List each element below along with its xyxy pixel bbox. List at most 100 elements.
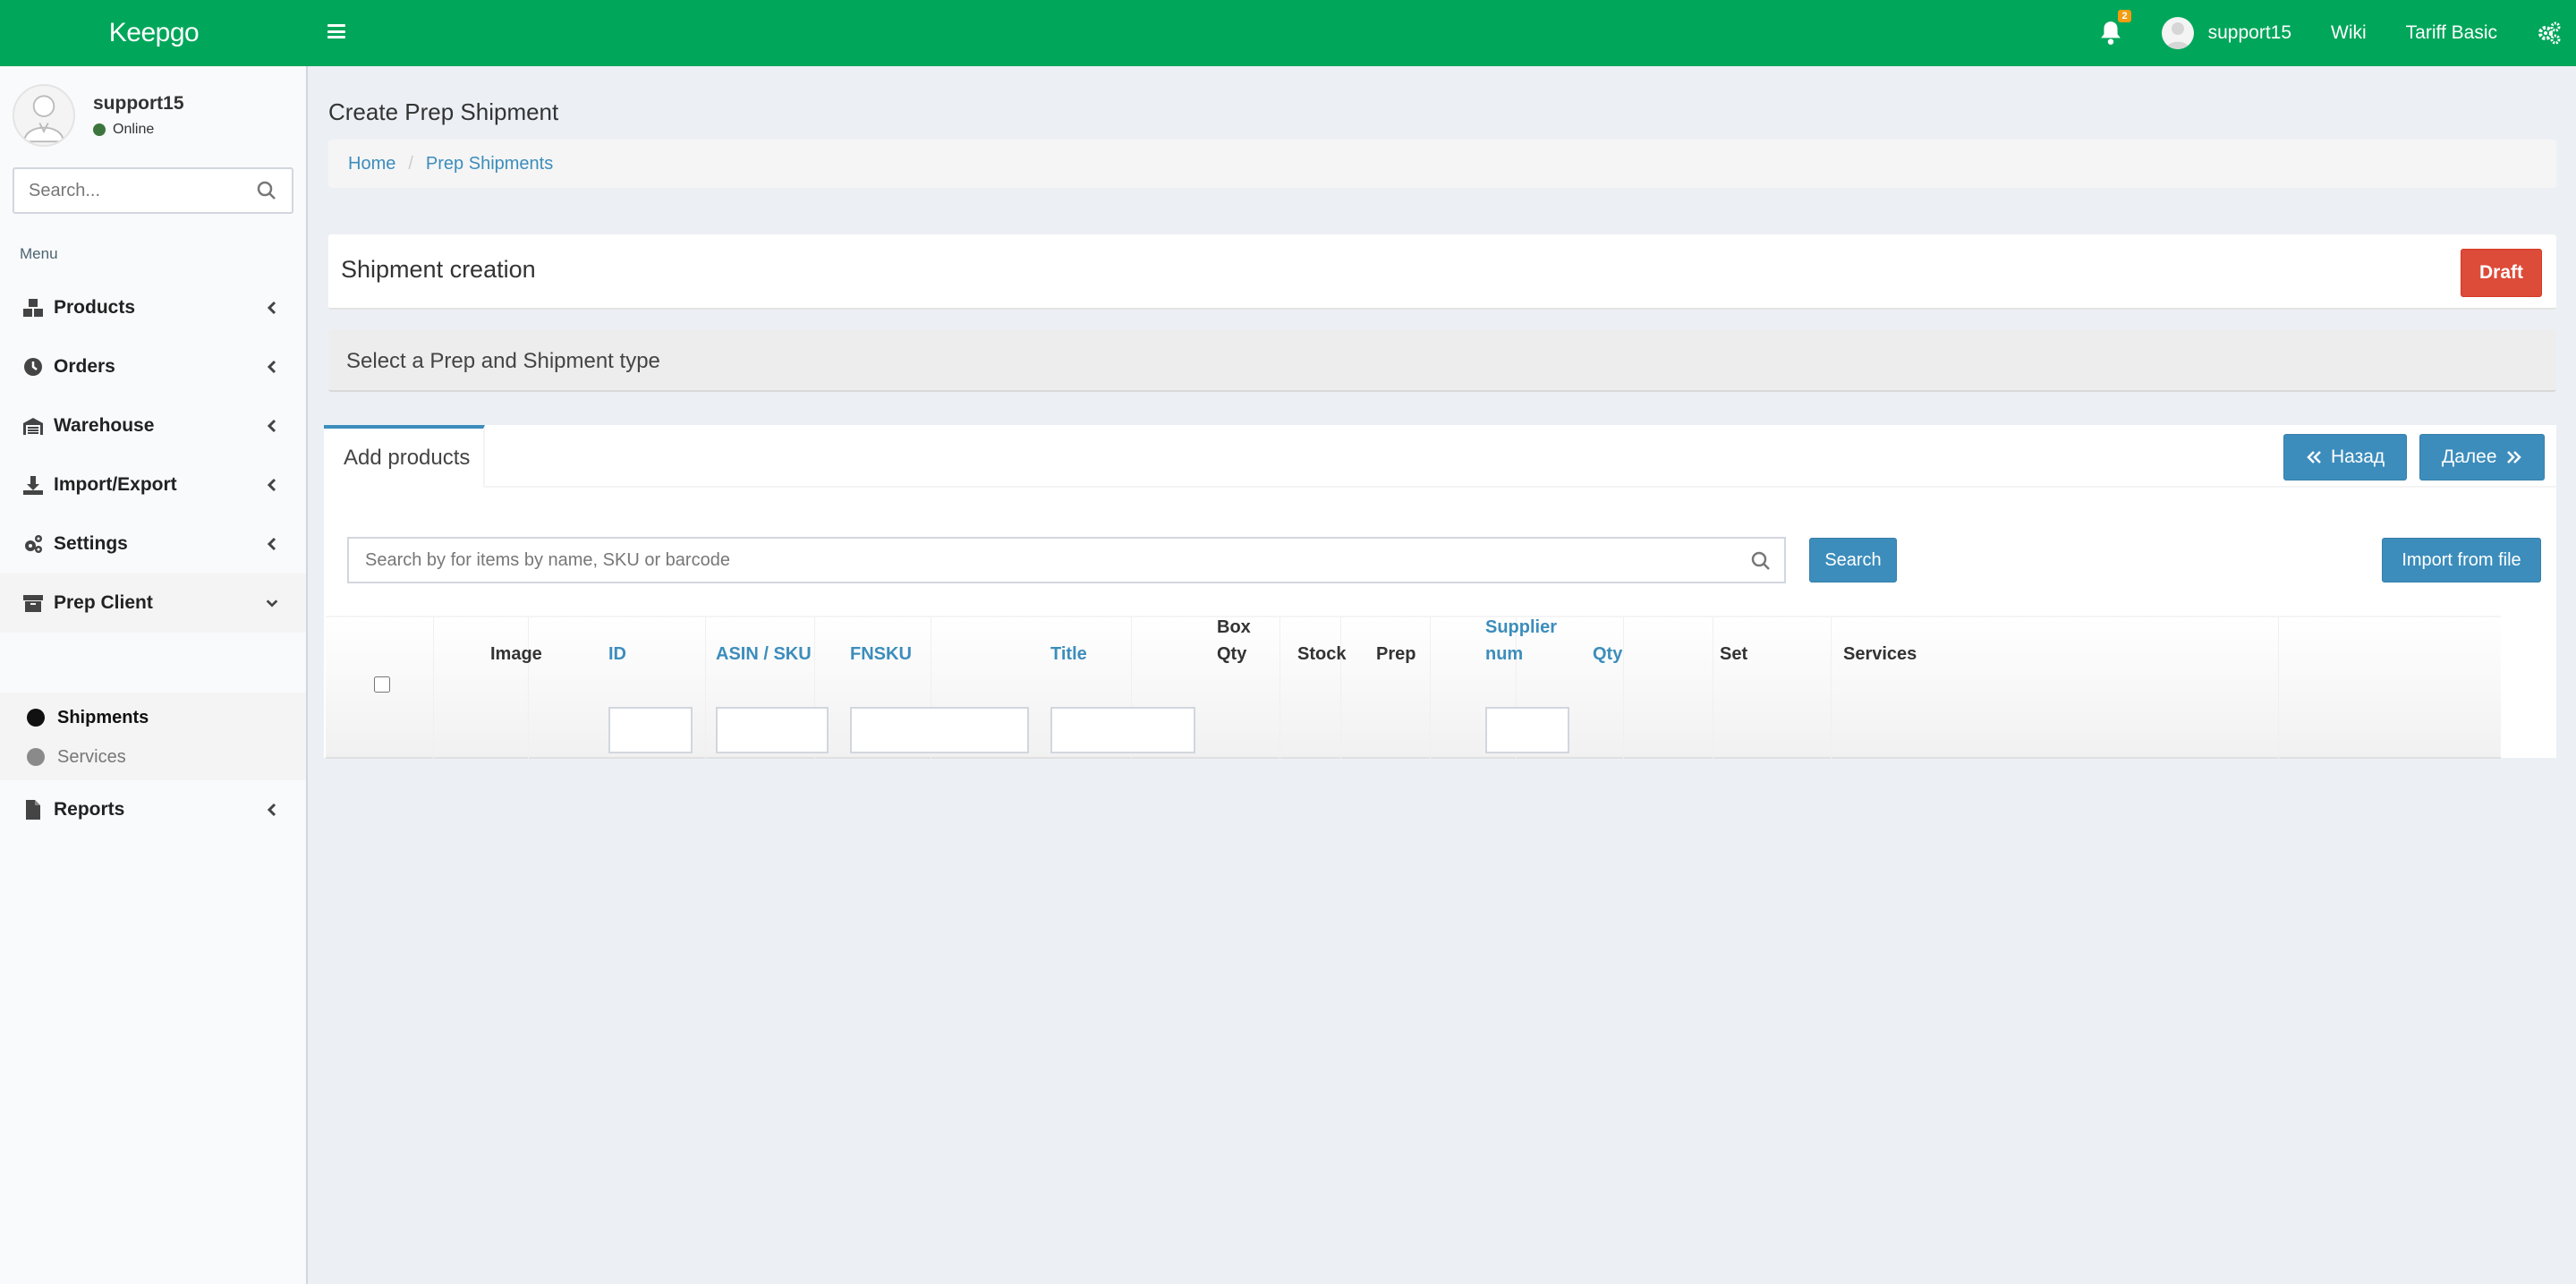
chevron-left-icon <box>267 478 276 492</box>
column-header-asin-sku[interactable]: ASIN / SKU <box>716 641 812 668</box>
sidebar-toggle-icon[interactable] <box>327 21 345 41</box>
next-button[interactable]: Далее <box>2419 434 2545 480</box>
filter-supplier-num-input[interactable] <box>1485 707 1569 753</box>
top-nav-right: 2 support15 Wiki Tariff Basic <box>2099 0 2576 66</box>
step-title: Select a Prep and Shipment type <box>346 349 660 373</box>
circle-icon <box>27 748 45 766</box>
sidebar: support15 Online Menu Products Orders Wa… <box>0 66 308 1284</box>
double-chevron-left-icon <box>2307 451 2321 463</box>
column-divider <box>705 617 706 759</box>
sidebar-item-products[interactable]: Products <box>0 278 306 337</box>
column-header-supplier-num[interactable]: Supplier num <box>1485 614 1557 668</box>
user-status: Online <box>93 122 154 138</box>
add-products-panel: Add products Назад Далее Search Import f… <box>324 425 2556 759</box>
step-select-prep-shipment-type[interactable]: Select a Prep and Shipment type <box>328 329 2556 392</box>
product-search-input[interactable] <box>365 539 1725 582</box>
sidebar-item-label: Products <box>54 297 136 318</box>
chevron-down-icon <box>266 599 278 608</box>
notifications-count-badge: 2 <box>2118 10 2131 22</box>
chevron-left-icon <box>267 360 276 374</box>
column-header-services: Services <box>1843 644 1917 664</box>
products-table: Image ID ASIN / SKU FNSKU Title Box Qty … <box>326 616 2501 759</box>
sidebar-item-settings[interactable]: Settings <box>0 514 306 574</box>
notifications-bell-icon[interactable]: 2 <box>2099 10 2131 46</box>
sidebar-user-panel: support15 Online <box>13 84 299 147</box>
sidebar-item-label: Orders <box>54 356 115 377</box>
online-status-dot <box>93 123 106 136</box>
breadcrumb-home[interactable]: Home <box>348 154 395 174</box>
filter-fnsku-input[interactable] <box>850 707 1029 753</box>
warehouse-icon <box>23 416 43 436</box>
sidebar-item-warehouse[interactable]: Warehouse <box>0 396 306 455</box>
column-header-prep: Prep <box>1376 644 1416 664</box>
breadcrumb-separator: / <box>408 153 413 174</box>
back-button[interactable]: Назад <box>2283 434 2408 480</box>
download-icon <box>23 475 43 495</box>
sidebar-item-prep-client[interactable]: Prep Client <box>0 574 306 633</box>
column-divider <box>1279 617 1280 759</box>
column-header-qty[interactable]: Qty <box>1593 641 1622 668</box>
prep-client-submenu: Shipments Services <box>0 693 306 780</box>
sidebar-item-import-export[interactable]: Import/Export <box>0 455 306 514</box>
column-header-id[interactable]: ID <box>608 641 626 668</box>
tab-strip: Add products Назад Далее <box>324 425 2556 488</box>
shipment-header-box: Shipment creation Draft <box>328 234 2556 310</box>
draft-status-button[interactable]: Draft <box>2460 249 2542 297</box>
search-icon[interactable] <box>256 180 277 201</box>
product-search <box>347 537 1786 583</box>
sidebar-search <box>13 167 293 214</box>
search-button[interactable]: Search <box>1809 538 1897 582</box>
tab-add-products[interactable]: Add products <box>324 425 485 488</box>
user-menu-name: support15 <box>2207 22 2292 43</box>
filter-asin-sku-input[interactable] <box>716 707 829 753</box>
column-divider <box>1831 617 1832 759</box>
column-header-supplier-line2: num <box>1485 644 1524 664</box>
column-header-set: Set <box>1720 644 1748 664</box>
back-button-label: Назад <box>2331 446 2385 467</box>
column-header-title[interactable]: Title <box>1050 641 1087 668</box>
sidebar-item-label: Reports <box>54 799 125 820</box>
sidebar-item-label: Import/Export <box>54 474 177 495</box>
user-menu[interactable]: support15 <box>2161 17 2292 49</box>
chevron-left-icon <box>267 419 276 433</box>
submenu-item-label: Shipments <box>57 707 149 727</box>
sidebar-item-reports[interactable]: Reports <box>0 780 306 839</box>
column-divider <box>433 617 434 759</box>
wiki-link[interactable]: Wiki <box>2331 22 2367 44</box>
search-icon <box>1750 550 1772 572</box>
sidebar-item-label: Settings <box>54 533 128 554</box>
select-all-checkbox[interactable] <box>374 676 390 693</box>
control-sidebar-cogs-icon[interactable] <box>2537 21 2562 46</box>
column-header-box-qty-line2: Qty <box>1217 644 1247 664</box>
submenu-item-shipments[interactable]: Shipments <box>0 698 306 737</box>
column-divider <box>1430 617 1431 759</box>
archive-icon <box>23 593 43 613</box>
sidebar-item-label: Warehouse <box>54 415 155 436</box>
cubes-icon <box>23 298 43 318</box>
sidebar-search-input[interactable] <box>29 169 243 212</box>
column-header-supplier-line1: Supplier <box>1485 617 1558 637</box>
breadcrumb-prep-shipments[interactable]: Prep Shipments <box>426 154 553 174</box>
column-header-image: Image <box>490 644 542 664</box>
user-avatar-small <box>2161 17 2194 49</box>
file-icon <box>23 800 43 820</box>
submenu-item-label: Services <box>57 746 126 767</box>
top-navbar: Keepgo 2 support15 Wiki Tariff Basic <box>0 0 2576 66</box>
chevron-left-icon <box>267 301 276 315</box>
sidebar-item-orders[interactable]: Orders <box>0 337 306 396</box>
column-divider <box>1623 617 1624 759</box>
circle-icon <box>27 709 45 727</box>
import-from-file-button[interactable]: Import from file <box>2382 538 2541 582</box>
filter-title-input[interactable] <box>1050 707 1195 753</box>
app-logo[interactable]: Keepgo <box>0 0 308 66</box>
filter-id-input[interactable] <box>608 707 693 753</box>
submenu-item-services[interactable]: Services <box>0 737 306 777</box>
column-header-stock: Stock <box>1297 644 1347 664</box>
menu-header: Menu <box>20 245 58 262</box>
tariff-link[interactable]: Tariff Basic <box>2406 22 2497 44</box>
chevron-left-icon <box>267 537 276 551</box>
column-divider <box>1340 617 1341 759</box>
column-header-fnsku[interactable]: FNSKU <box>850 641 912 668</box>
clock-icon <box>23 357 43 377</box>
column-divider <box>2278 617 2279 759</box>
